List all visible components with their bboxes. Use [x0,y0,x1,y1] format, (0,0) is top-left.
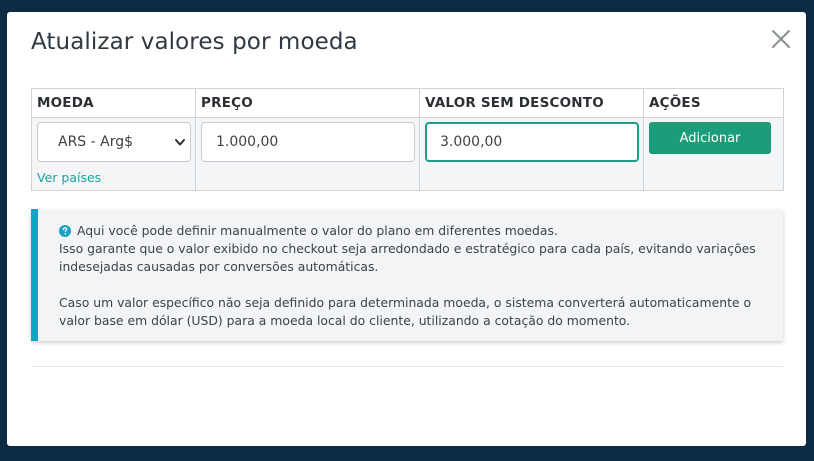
header-price: PREÇO [195,88,420,118]
info-line-1: Aqui você pode definir manualmente o val… [59,222,763,240]
currency-select[interactable]: ARS - Arg$ [37,122,191,162]
chevron-down-icon [175,139,185,146]
value-without-discount-input[interactable] [425,122,639,162]
currency-select-value: ARS - Arg$ [58,134,134,150]
info-text-2: Isso garante que o valor exibido no chec… [59,241,756,274]
see-countries-link[interactable]: Ver países [37,170,101,185]
currency-cell: ARS - Arg$ Ver países [31,117,196,191]
modal-title: Atualizar valores por moeda [31,29,358,55]
info-text-1: Aqui você pode definir manualmente o val… [77,223,558,238]
table-row: ARS - Arg$ Ver países Adicionar [31,117,784,191]
header-value-without-discount: VALOR SEM DESCONTO [419,88,644,118]
price-cell [195,117,420,191]
value-without-discount-cell [419,117,644,191]
price-input[interactable] [201,122,415,162]
actions-cell: Adicionar [643,117,784,191]
add-button[interactable]: Adicionar [649,122,771,154]
info-box: Aqui você pode definir manualmente o val… [31,209,783,341]
divider [31,366,783,367]
currency-prices-table: MOEDA PREÇO VALOR SEM DESCONTO AÇÕES ARS… [31,88,784,191]
info-text-3: Caso um valor específico não seja defini… [59,295,752,328]
header-actions: AÇÕES [643,88,784,118]
question-circle-icon [59,225,71,237]
close-icon [772,30,790,48]
header-currency: MOEDA [31,88,196,118]
close-button[interactable] [770,28,792,50]
update-currency-values-modal: Atualizar valores por moeda MOEDA PREÇO … [7,12,806,446]
table-header-row: MOEDA PREÇO VALOR SEM DESCONTO AÇÕES [31,88,784,118]
